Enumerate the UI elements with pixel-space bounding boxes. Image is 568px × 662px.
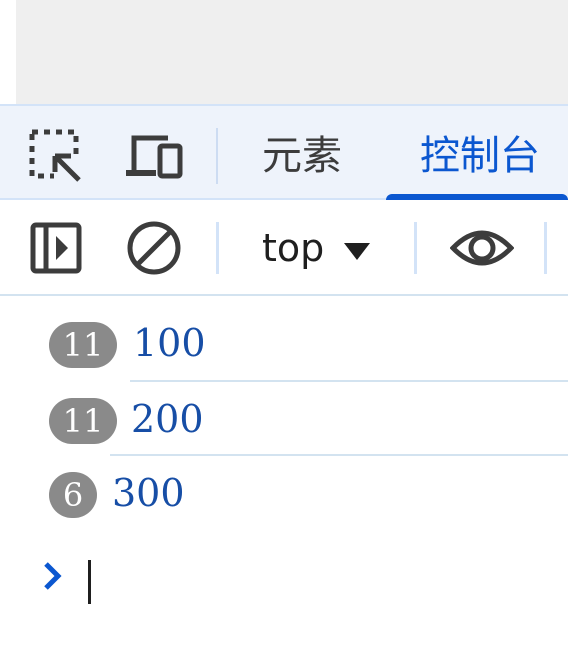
devtools-panel: 元素 控制台 top 11 100 11 200 6 300 — [0, 104, 568, 662]
console-toolbar: top — [0, 200, 568, 296]
text-caret — [88, 560, 91, 604]
console-prompt[interactable] — [0, 550, 568, 610]
console-message-text[interactable]: 300 — [112, 466, 185, 520]
context-selector-label: top — [262, 226, 325, 270]
tab-console[interactable]: 控制台 — [420, 128, 540, 184]
toolbar-separator — [414, 222, 417, 274]
console-message-row: 11 200 — [0, 382, 568, 456]
repeat-count-badge: 6 — [49, 472, 97, 518]
console-message-row: 6 300 — [0, 456, 568, 530]
page-viewport — [16, 0, 568, 104]
clear-console-icon[interactable] — [126, 220, 182, 280]
toolbar-separator — [544, 222, 547, 274]
context-selector[interactable]: top — [262, 222, 371, 274]
inspect-element-icon[interactable] — [28, 128, 86, 188]
live-expression-eye-icon[interactable] — [449, 224, 515, 276]
repeat-count-badge: 11 — [49, 322, 117, 368]
tab-elements[interactable]: 元素 — [262, 128, 342, 184]
console-message-row: 11 100 — [0, 306, 568, 382]
toolbar-separator — [216, 222, 219, 274]
console-message-text[interactable]: 100 — [133, 316, 206, 370]
inspected-page-area — [0, 0, 568, 104]
console-messages: 11 100 11 200 6 300 — [0, 296, 568, 662]
dropdown-arrow-icon — [344, 242, 371, 260]
devtools-tabbar: 元素 控制台 — [0, 104, 568, 200]
repeat-count-badge: 11 — [49, 398, 117, 444]
tab-separator — [216, 128, 218, 184]
device-toolbar-icon[interactable] — [124, 128, 184, 188]
console-message-text[interactable]: 200 — [131, 392, 204, 446]
sidebar-toggle-icon[interactable] — [30, 222, 82, 278]
prompt-chevron-icon — [38, 558, 66, 598]
